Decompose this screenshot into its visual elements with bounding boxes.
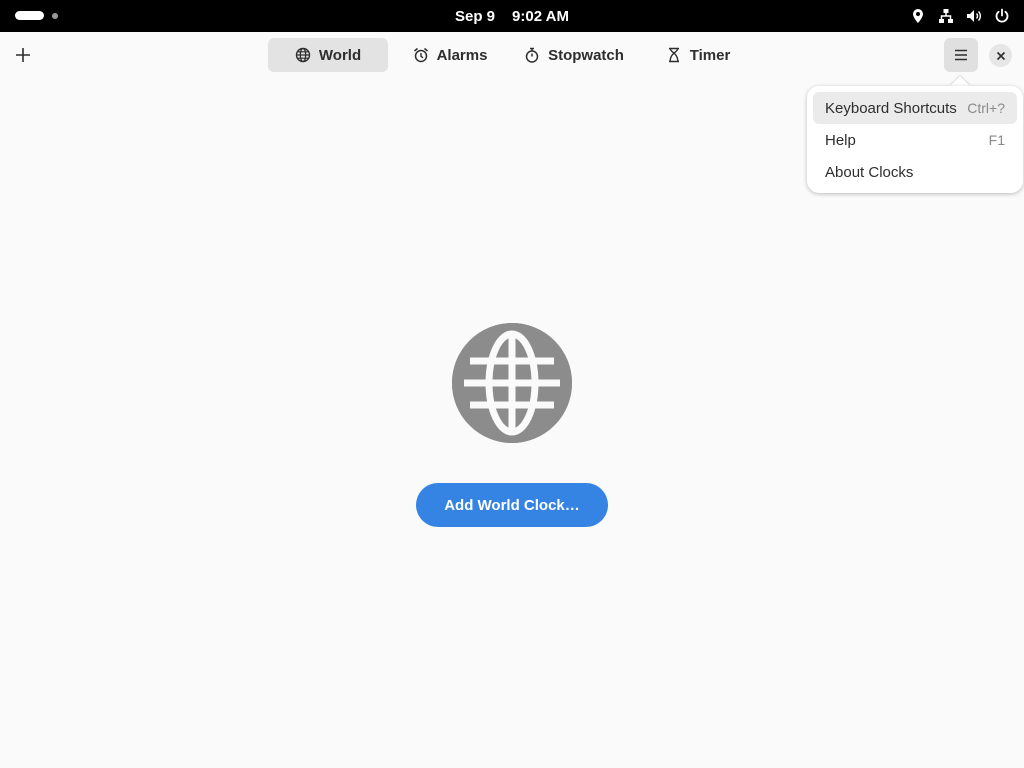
hourglass-icon [668, 47, 679, 63]
menu-item-keyboard-shortcuts[interactable]: Keyboard Shortcuts Ctrl+? [813, 92, 1017, 124]
network-icon [938, 8, 954, 24]
tab-stopwatch-label: Stopwatch [548, 46, 624, 64]
header-bar: World Alarms Stopwatch Timer [0, 32, 1024, 78]
volume-icon [966, 8, 982, 24]
globe-icon [295, 47, 311, 63]
hamburger-icon [955, 49, 967, 61]
stopwatch-icon [525, 47, 539, 63]
add-button[interactable] [9, 39, 37, 71]
menu-item-label: About Clocks [825, 163, 914, 181]
close-icon [996, 51, 1005, 60]
view-switcher: World Alarms Stopwatch Timer [268, 38, 760, 72]
system-tray[interactable] [910, 0, 1010, 32]
tab-timer-label: Timer [689, 46, 731, 64]
tab-alarms[interactable]: Alarms [388, 38, 512, 72]
system-top-bar: Sep 9 9:02 AM [0, 0, 1024, 32]
plus-icon [16, 48, 30, 62]
tab-alarms-label: Alarms [436, 46, 488, 64]
tab-world[interactable]: World [268, 38, 388, 72]
main-menu-button[interactable] [944, 38, 978, 72]
date-time[interactable]: Sep 9 9:02 AM [0, 0, 1024, 32]
main-menu-popover: Keyboard Shortcuts Ctrl+? Help F1 About … [807, 86, 1023, 193]
tab-timer[interactable]: Timer [636, 38, 760, 72]
alarm-icon [413, 47, 428, 63]
tab-world-label: World [318, 46, 362, 64]
menu-item-accel: F1 [988, 132, 1005, 148]
menu-item-label: Keyboard Shortcuts [825, 99, 957, 117]
menu-item-accel: Ctrl+? [967, 100, 1005, 116]
menu-item-about-clocks[interactable]: About Clocks [813, 156, 1017, 188]
date-label: Sep 9 [455, 7, 496, 25]
tab-stopwatch[interactable]: Stopwatch [512, 38, 636, 72]
close-window-button[interactable] [989, 44, 1012, 67]
power-icon [994, 8, 1010, 24]
menu-item-help[interactable]: Help F1 [813, 124, 1017, 156]
time-label: 9:02 AM [512, 7, 569, 25]
add-world-clock-button[interactable]: Add World Clock… [416, 483, 608, 527]
location-icon [910, 8, 926, 24]
menu-item-label: Help [825, 131, 856, 149]
world-globe-icon [452, 323, 572, 443]
